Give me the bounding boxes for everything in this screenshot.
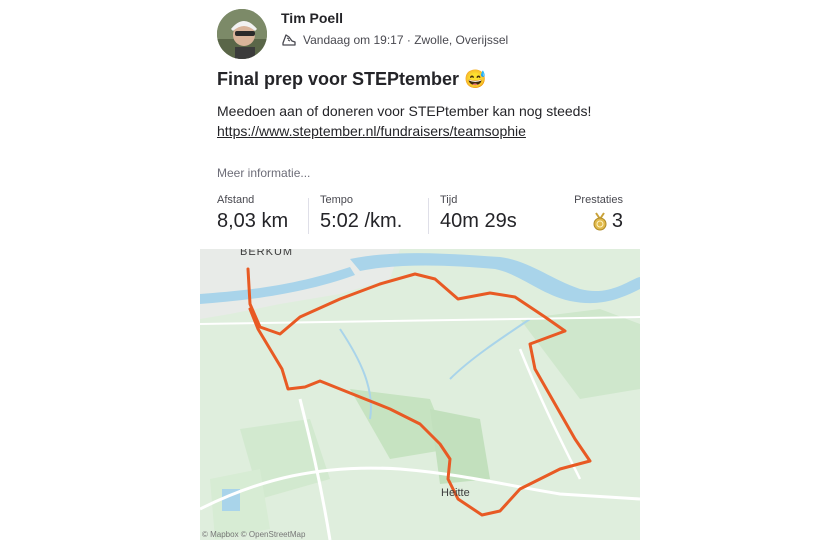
activity-stats: Afstand 8,03 km Tempo 5:02 /km. Tijd 40m…: [217, 194, 623, 240]
stat-time: Tijd 40m 29s: [440, 194, 517, 233]
route-map[interactable]: BERKUM Heitte © Mapbox © OpenStreetMap: [200, 249, 640, 540]
stat-value: 5:02 /km.: [320, 210, 403, 232]
achievements-count: 3: [611, 210, 623, 232]
fundraiser-link[interactable]: https://www.steptember.nl/fundraisers/te…: [217, 121, 637, 141]
map-place-label: Heitte: [441, 487, 470, 499]
stat-pace: Tempo 5:02 /km.: [320, 194, 402, 233]
stat-value: 40m 29s: [440, 210, 517, 232]
stat-label: Prestaties: [574, 194, 623, 206]
description-text: Meedoen aan of doneren voor STEPtember k…: [217, 103, 592, 119]
stat-achievements[interactable]: Prestaties 3: [574, 194, 623, 233]
stat-label: Tempo: [320, 194, 354, 206]
activity-title[interactable]: Final prep voor STEPtember 😅: [217, 69, 486, 90]
activity-meta: Vandaag om 19:17 · Zwolle, Overijssel: [281, 32, 508, 48]
stat-distance: Afstand 8,03 km: [217, 194, 288, 233]
stat-value: 8,03 km: [217, 210, 289, 232]
achievements-value: 3: [574, 210, 623, 233]
map-place-label: BERKUM: [240, 249, 294, 258]
more-info-link[interactable]: Meer informatie...: [217, 166, 310, 180]
athlete-name[interactable]: Tim Poell: [281, 10, 343, 26]
activity-card: Tim Poell Vandaag om 19:17 · Zwolle, Ove…: [200, 0, 640, 540]
map-attribution[interactable]: © Mapbox © OpenStreetMap: [202, 530, 305, 539]
avatar[interactable]: [217, 9, 267, 59]
activity-description: Meedoen aan of doneren voor STEPtember k…: [217, 101, 637, 141]
activity-date-location: Vandaag om 19:17 · Zwolle, Overijssel: [303, 33, 509, 47]
medal-icon: [591, 211, 609, 232]
stat-divider: [308, 198, 309, 234]
stat-label: Afstand: [217, 194, 255, 206]
map-canvas: [200, 249, 640, 540]
running-shoe-icon: [281, 32, 297, 48]
stat-divider: [428, 198, 429, 234]
stat-label: Tijd: [440, 194, 458, 206]
